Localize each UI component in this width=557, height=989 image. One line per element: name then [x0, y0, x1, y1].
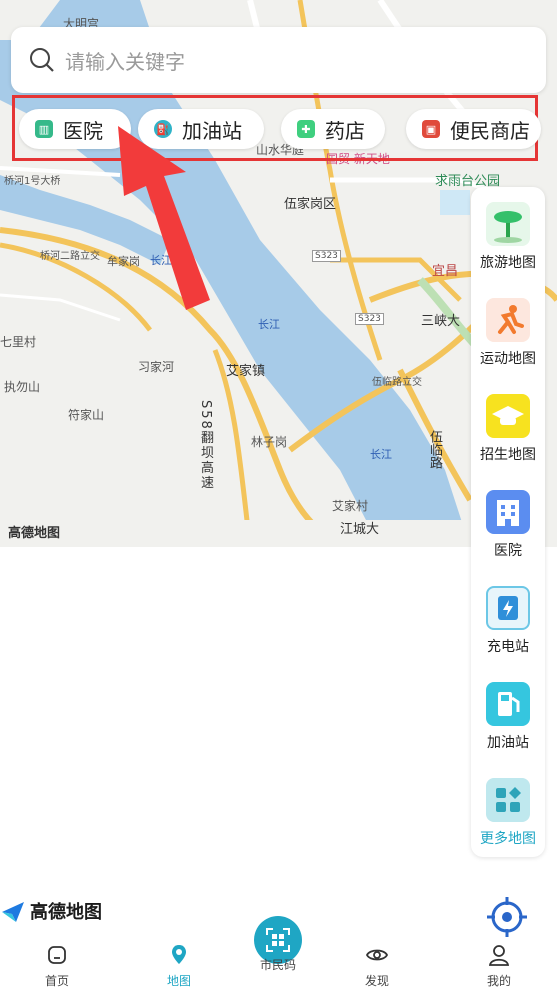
map-label-sanxia: 三峡大 [421, 314, 461, 329]
crosshair-icon [487, 897, 527, 937]
map-label-changjiang-1: 长江 [150, 254, 172, 267]
map-label-changjiang-3: 长江 [370, 448, 392, 461]
map-amap-logo: 高德地图 [8, 526, 61, 541]
amap-logo-text: 高德地图 [30, 902, 102, 923]
map-pin-icon [172, 945, 186, 964]
map-label-wulinlu: 伍临路 [427, 430, 442, 469]
sidebar-item-enrollment-map[interactable]: 招生地图 [471, 384, 545, 474]
user-icon [488, 945, 510, 966]
home-icon [48, 946, 66, 964]
map-label-moujiagang: 牟家岗 [107, 255, 140, 268]
sidebar-label-hospital: 医院 [494, 543, 522, 559]
search-placeholder: 请输入关键字 [65, 49, 185, 74]
tab-profile-label: 我的 [486, 974, 511, 988]
tab-discover-label: 发现 [364, 974, 389, 988]
quick-hospital-label: 医院 [63, 118, 103, 143]
tab-citizen-code-label: 市民码 [259, 958, 296, 972]
quick-store-button[interactable]: ▣ 便民商店 [406, 109, 541, 149]
map-label-aijiacun: 艾家村 [332, 499, 369, 513]
map-label-qiaohe1: 桥河1号大桥 [4, 176, 61, 187]
eye-icon [365, 949, 389, 961]
tab-profile[interactable]: 我的 [459, 937, 539, 989]
map-label-linzigang: 林子岗 [251, 435, 288, 449]
sidebar-label-enrollment-map: 招生地图 [480, 447, 536, 463]
map-label-aijiazhen: 艾家镇 [226, 364, 266, 379]
map-label-zhiwushan: 执勿山 [4, 380, 41, 394]
tab-home[interactable]: 首页 [17, 937, 97, 989]
map-label-xijiahe: 习家河 [138, 360, 175, 374]
fuel-pump-icon [486, 682, 530, 726]
map-label-s58: S58翻坝高速 [198, 400, 213, 491]
tab-map[interactable]: 地图 [139, 937, 219, 989]
map-label-qiaohe2: 桥河二路立交 [40, 251, 100, 262]
amap-logo-icon [2, 902, 24, 922]
map-label-fujiashan: 符家山 [68, 408, 105, 422]
tab-citizen-code[interactable]: 市民码 [238, 955, 318, 973]
runner-icon [486, 298, 530, 342]
quick-store-label: 便民商店 [450, 118, 530, 143]
pharmacy-icon: ✚ [297, 120, 315, 138]
sidebar-item-more-maps[interactable]: 更多地图 [471, 768, 545, 858]
map-label-s323-b: S323 [355, 313, 384, 325]
quick-gas-station-button[interactable]: ⛽ 加油站 [138, 109, 264, 149]
sidebar-item-tourism-map[interactable]: 旅游地图 [471, 192, 545, 282]
search-icon [29, 47, 55, 73]
map-label-changjiang-2: 长江 [258, 318, 280, 331]
quick-hospital-button[interactable]: ▥ 医院 [19, 109, 131, 149]
store-icon: ▣ [422, 120, 440, 138]
search-bar[interactable]: 请输入关键字 [11, 27, 546, 93]
sidebar-item-hospital[interactable]: 医院 [471, 480, 545, 570]
quick-category-bar-highlight: ▥ 医院 ⛽ 加油站 ✚ 药店 ▣ 便民商店 [12, 95, 541, 161]
map-label-s323-a: S323 [312, 250, 341, 262]
sidebar-label-charging-station: 充电站 [487, 639, 529, 655]
quick-pharmacy-button[interactable]: ✚ 药店 [281, 109, 385, 149]
tab-map-label: 地图 [166, 974, 191, 988]
quick-pharmacy-label: 药店 [325, 118, 365, 143]
sidebar-label-gas-station: 加油站 [487, 735, 529, 751]
map-label-yichang: 宜昌 [432, 264, 459, 279]
map-label-jiangcheng: 江城大 [340, 522, 380, 537]
locate-button[interactable] [487, 897, 527, 937]
graduation-cap-icon [486, 394, 530, 438]
hospital-icon: ▥ [35, 120, 53, 138]
sidebar-label-tourism-map: 旅游地图 [480, 255, 536, 271]
tab-home-label: 首页 [44, 974, 69, 988]
map-label-wulinlu-interchange: 伍临路立交 [372, 377, 422, 388]
tab-discover[interactable]: 发现 [337, 937, 417, 989]
map-label-wujiagang: 伍家岗区 [284, 197, 337, 212]
amap-logo: 高德地图 [0, 898, 102, 924]
sidebar-label-sports-map: 运动地图 [480, 351, 536, 367]
quick-gas-station-label: 加油站 [182, 118, 242, 143]
map-type-sidebar: 旅游地图 运动地图 招生地图 医院 充电站 加油站 更多地图 [471, 187, 545, 857]
palm-tree-icon [486, 202, 530, 246]
gas-station-icon: ⛽ [154, 120, 172, 138]
sidebar-item-charging-station[interactable]: 充电站 [471, 576, 545, 666]
hospital-building-icon [486, 490, 530, 534]
map-label-qilicun: 七里村 [0, 335, 37, 349]
more-apps-icon [486, 778, 530, 822]
bottom-tab-bar: 首页 地图 市民码 发现 我的 [0, 937, 557, 988]
charging-station-icon [486, 586, 530, 630]
sidebar-label-more-maps: 更多地图 [480, 831, 536, 847]
sidebar-item-gas-station[interactable]: 加油站 [471, 672, 545, 762]
sidebar-item-sports-map[interactable]: 运动地图 [471, 288, 545, 378]
